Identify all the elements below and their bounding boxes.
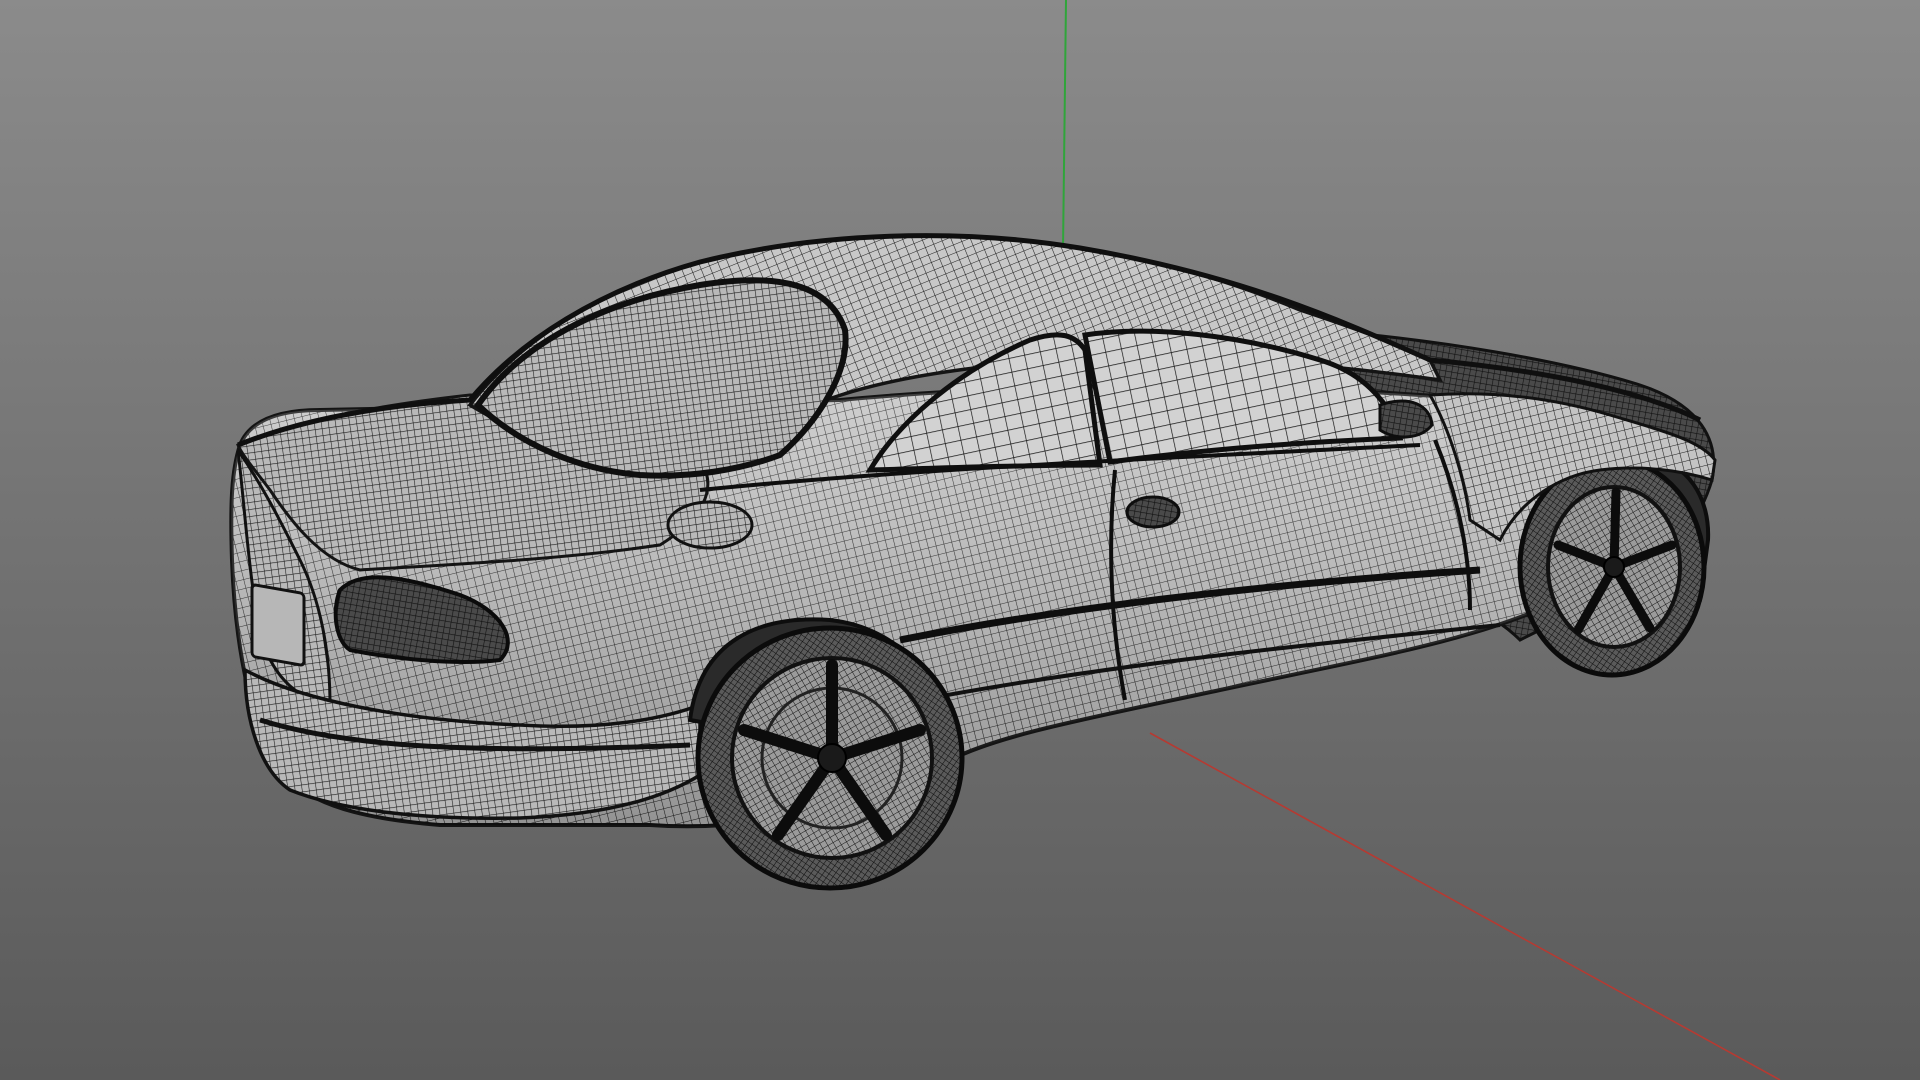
car-door-handle: [1125, 495, 1181, 529]
rear-hub: [817, 743, 847, 773]
front-hub: [1603, 556, 1625, 578]
car-front-wheel: [1517, 456, 1707, 678]
viewport-canvas[interactable]: [0, 0, 1920, 1080]
car-fuel-cap: [666, 500, 754, 550]
car-license-plate: [250, 583, 306, 667]
car-rear-wheel: [695, 625, 965, 891]
3d-viewport[interactable]: [0, 0, 1920, 1080]
